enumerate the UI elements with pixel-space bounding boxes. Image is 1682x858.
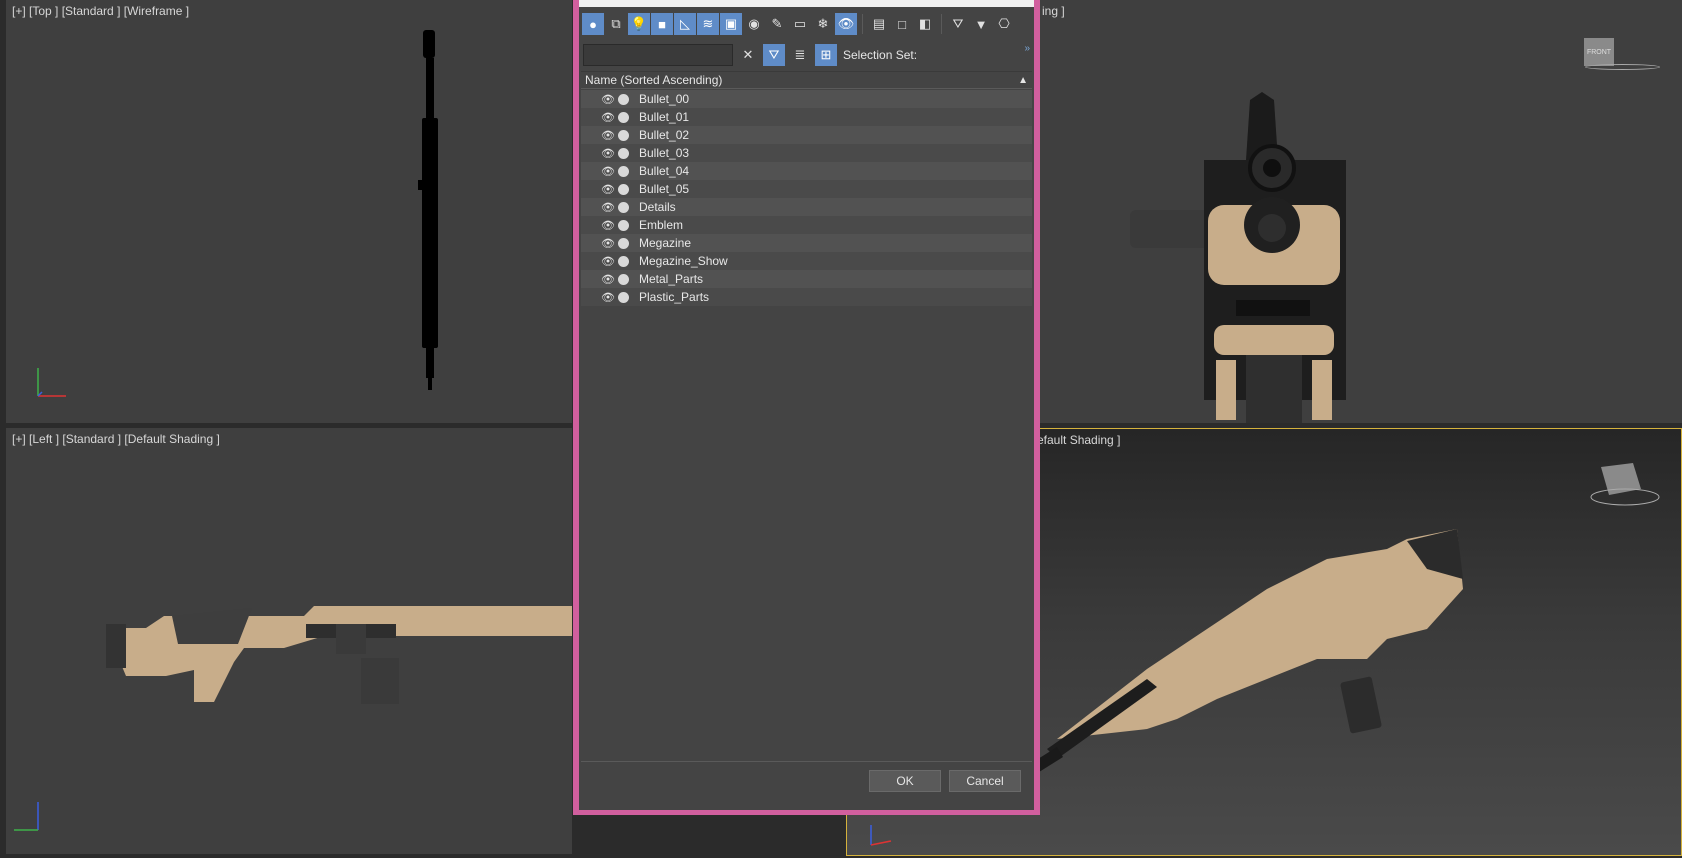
object-type-dot-icon (618, 147, 629, 159)
visibility-eye-icon[interactable]: 👁 (601, 165, 615, 178)
object-name: Emblem (639, 218, 684, 232)
dialog-body: ● ⧉ 💡 ■ ◺ ≋ ▣ ◉ ✎ ▭ ❄ 👁 ▤ □ ◧ ⛛ ▼ ⎔ ✕ ⛛ … (579, 0, 1034, 810)
left-rifle-view (106, 606, 572, 704)
footer-separator (581, 761, 1032, 762)
list-item[interactable]: 👁 Bullet_03 (581, 144, 1032, 162)
object-name: Metal_Parts (639, 272, 704, 286)
visibility-eye-icon[interactable]: 👁 (601, 183, 615, 196)
object-name: Bullet_01 (639, 110, 690, 124)
axis-gizmo-top (37, 368, 66, 397)
list-item[interactable]: 👁 Bullet_01 (581, 108, 1032, 126)
object-name: Bullet_03 (639, 146, 690, 160)
object-name: Details (639, 200, 676, 214)
select-from-scene-dialog[interactable]: ● ⧉ 💡 ■ ◺ ≋ ▣ ◉ ✎ ▭ ❄ 👁 ▤ □ ◧ ⛛ ▼ ⎔ ✕ ⛛ … (573, 0, 1040, 815)
visibility-eye-icon[interactable]: 👁 (601, 201, 615, 214)
top-wireframe-rifle (418, 30, 438, 390)
select-all-icon[interactable]: ▤ (868, 13, 890, 35)
object-type-dot-icon (618, 273, 629, 285)
cameras-filter-icon[interactable]: ■ (651, 13, 673, 35)
list-item[interactable]: 👁 Bullet_02 (581, 126, 1032, 144)
viewcube-label: FRONT (1586, 48, 1612, 56)
viewport-top[interactable]: [+] [Top ] [Standard ] [Wireframe ] (6, 0, 572, 423)
object-type-dot-icon (618, 201, 629, 213)
object-type-dot-icon (618, 129, 629, 141)
viewcube-icon[interactable]: FRONT (1584, 38, 1614, 66)
filter-options-icon[interactable]: ▼ (970, 13, 992, 35)
select-none-icon[interactable]: □ (891, 13, 913, 35)
search-toolbar: ✕ ⛛ ≣ ⊞ Selection Set: (583, 41, 917, 69)
geometry-filter-icon[interactable]: ● (582, 13, 604, 35)
space-warps-filter-icon[interactable]: ≋ (697, 13, 719, 35)
find-case-icon[interactable]: ⎔ (993, 13, 1015, 35)
3dsmax-workspace: [+] [Top ] [Standard ] [Wireframe ] ing … (0, 0, 1682, 858)
more-chevron-icon[interactable]: » (1024, 43, 1030, 54)
object-name: Bullet_05 (639, 182, 690, 196)
visibility-eye-icon[interactable]: 👁 (601, 237, 615, 250)
object-type-dot-icon (618, 255, 629, 267)
name-column-header[interactable]: Name (Sorted Ascending) ▲ (581, 71, 1032, 89)
filter-toggle-icon[interactable]: ⛛ (763, 44, 785, 66)
object-name: Plastic_Parts (639, 290, 710, 304)
object-type-dot-icon (618, 219, 629, 231)
visibility-eye-icon[interactable]: 👁 (601, 129, 615, 142)
ok-button[interactable]: OK (869, 770, 941, 792)
invert-selection-icon[interactable]: ◧ (914, 13, 936, 35)
object-name: Megazine_Show (639, 254, 728, 268)
visibility-eye-icon[interactable]: 👁 (601, 219, 615, 232)
axis-gizmo-perspective (870, 825, 892, 846)
list-item[interactable]: 👁 Megazine (581, 234, 1032, 252)
containers-filter-icon[interactable]: ▭ (789, 13, 811, 35)
object-name: Bullet_04 (639, 164, 690, 178)
list-item[interactable]: 👁 Bullet_04 (581, 162, 1032, 180)
filter-display-icon[interactable]: ⛛ (947, 13, 969, 35)
object-type-dot-icon (618, 111, 629, 123)
list-item[interactable]: 👁 Metal_Parts (581, 270, 1032, 288)
toolbar-separator (862, 14, 863, 34)
visibility-eye-icon[interactable]: 👁 (601, 111, 615, 124)
column-header-label: Name (Sorted Ascending) (585, 73, 723, 87)
helpers-filter-icon[interactable]: ◺ (674, 13, 696, 35)
list-item[interactable]: 👁 Bullet_05 (581, 180, 1032, 198)
visibility-eye-icon[interactable]: 👁 (601, 273, 615, 286)
visibility-eye-icon[interactable]: 👁 (601, 291, 615, 304)
filter-toolbar: ● ⧉ 💡 ■ ◺ ≋ ▣ ◉ ✎ ▭ ❄ 👁 ▤ □ ◧ ⛛ ▼ ⎔ (582, 10, 1015, 38)
object-type-dot-icon (618, 237, 629, 249)
viewcube-perspective-icon[interactable] (1587, 459, 1667, 519)
list-item[interactable]: 👁 Megazine_Show (581, 252, 1032, 270)
lights-filter-icon[interactable]: 💡 (628, 13, 650, 35)
xrefs-filter-icon[interactable]: ◉ (743, 13, 765, 35)
viewcube-ring[interactable] (1585, 64, 1660, 70)
list-item[interactable]: 👁 Plastic_Parts (581, 288, 1032, 306)
list-item[interactable]: 👁 Bullet_00 (581, 90, 1032, 108)
object-name: Bullet_00 (639, 92, 690, 106)
toolbar-separator (941, 14, 942, 34)
object-type-dot-icon (618, 291, 629, 303)
object-type-dot-icon (618, 165, 629, 177)
visibility-eye-icon[interactable]: 👁 (601, 93, 615, 106)
object-list: 👁 Bullet_00 👁 Bullet_01 👁 Bullet_02 👁 Bullet_03… (581, 90, 1032, 306)
layers-icon[interactable]: ≣ (789, 44, 811, 66)
object-name: Bullet_02 (639, 128, 690, 142)
frozen-filter-icon[interactable]: ❄ (812, 13, 834, 35)
cancel-button[interactable]: Cancel (949, 770, 1021, 792)
hidden-filter-icon[interactable]: 👁 (835, 13, 857, 35)
viewport-front[interactable]: ing ] FRONT (1040, 0, 1682, 423)
clear-search-icon[interactable]: ✕ (737, 44, 759, 66)
bones-filter-icon[interactable]: ✎ (766, 13, 788, 35)
groups-filter-icon[interactable]: ▣ (720, 13, 742, 35)
shapes-filter-icon[interactable]: ⧉ (605, 13, 627, 35)
hierarchy-icon[interactable]: ⊞ (815, 44, 837, 66)
visibility-eye-icon[interactable]: 👁 (601, 147, 615, 160)
viewport-left[interactable]: [+] [Left ] [Standard ] [Default Shading… (6, 428, 572, 854)
search-input[interactable] (583, 44, 733, 66)
visibility-eye-icon[interactable]: 👁 (601, 255, 615, 268)
object-type-dot-icon (618, 93, 629, 105)
axis-gizmo-left (14, 802, 39, 831)
object-type-dot-icon (618, 183, 629, 195)
object-name: Megazine (639, 236, 692, 250)
list-item[interactable]: 👁 Emblem (581, 216, 1032, 234)
list-item[interactable]: 👁 Details (581, 198, 1032, 216)
selection-set-label: Selection Set: (843, 48, 918, 62)
sort-ascending-icon[interactable]: ▲ (1018, 75, 1028, 86)
